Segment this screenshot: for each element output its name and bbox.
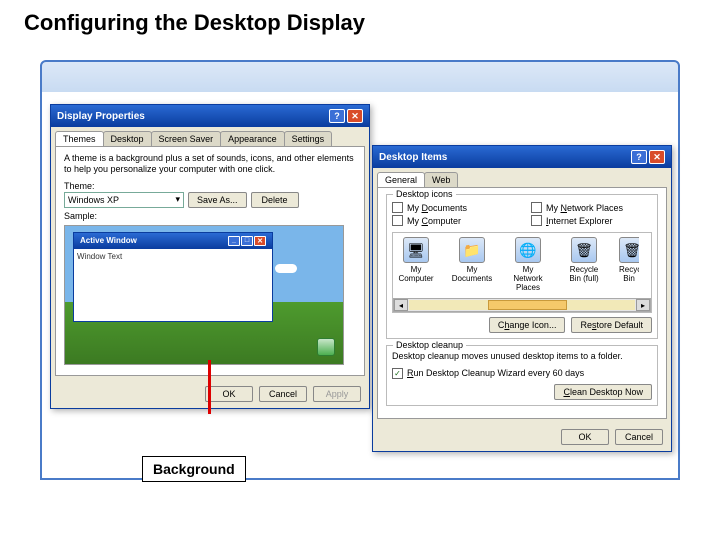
restore-default-button[interactable]: Restore Default (571, 317, 652, 333)
cancel-button[interactable]: Cancel (615, 429, 663, 445)
my-network-checkbox[interactable] (531, 202, 542, 213)
desktop-items-window: Desktop Items ? ✕ General Web Desktop ic… (372, 145, 672, 452)
my-documents-checkbox[interactable] (392, 202, 403, 213)
icon-selector[interactable]: 🖥My Computer 📁My Documents 🌐My Network P… (393, 233, 651, 296)
tab-settings[interactable]: Settings (284, 131, 333, 146)
ie-checkbox[interactable] (531, 215, 542, 226)
run-wizard-label: Run Desktop Cleanup Wizard every 60 days (407, 368, 584, 378)
tab-web[interactable]: Web (424, 172, 458, 187)
desktop-icons-group: Desktop icons My Documents My Computer M… (386, 194, 658, 339)
themes-panel: A theme is a background plus a set of so… (55, 146, 365, 376)
save-as-button[interactable]: Save As... (188, 192, 247, 208)
ok-button[interactable]: OK (205, 386, 253, 402)
display-properties-titlebar: Display Properties ? ✕ (51, 105, 369, 127)
cleanup-desc: Desktop cleanup moves unused desktop ite… (392, 351, 652, 362)
help-icon[interactable]: ? (631, 150, 647, 164)
tab-general[interactable]: General (377, 172, 425, 187)
icon-my-computer[interactable]: 🖥My Computer (395, 237, 437, 283)
annotation-callout: Background (142, 456, 246, 482)
close-icon[interactable]: ✕ (649, 150, 665, 164)
theme-label: Theme: (64, 181, 356, 191)
desktop-items-panel: Desktop icons My Documents My Computer M… (377, 187, 667, 419)
maximize-icon: □ (241, 236, 253, 246)
clean-desktop-now-button[interactable]: Clean Desktop Now (554, 384, 652, 400)
preview-window-text: Window Text (74, 249, 272, 264)
close-icon[interactable]: ✕ (347, 109, 363, 123)
desktop-icons-legend: Desktop icons (393, 189, 456, 199)
close-icon: ✕ (254, 236, 266, 246)
computer-icon: 🖥 (403, 237, 429, 263)
scroll-thumb[interactable] (488, 300, 567, 310)
help-icon[interactable]: ? (329, 109, 345, 123)
desktop-items-title: Desktop Items (379, 152, 447, 163)
delete-button[interactable]: Delete (251, 192, 299, 208)
icon-scrollbar[interactable]: ◂ ▸ (393, 298, 651, 312)
my-computer-checkbox[interactable] (392, 215, 403, 226)
desktop-cleanup-legend: Desktop cleanup (393, 340, 466, 350)
theme-select[interactable]: Windows XP (64, 192, 184, 208)
scroll-left-icon[interactable]: ◂ (394, 299, 408, 311)
icon-my-documents[interactable]: 📁My Documents (451, 237, 493, 283)
scroll-right-icon[interactable]: ▸ (636, 299, 650, 311)
scroll-track[interactable] (409, 300, 635, 310)
desktop-items-titlebar: Desktop Items ? ✕ (373, 146, 671, 168)
desktop-cleanup-group: Desktop cleanup Desktop cleanup moves un… (386, 345, 658, 406)
icon-recycle-full[interactable]: 🗑Recycle Bin (full) (563, 237, 605, 283)
annotation-pointer (208, 360, 211, 414)
tab-appearance[interactable]: Appearance (220, 131, 285, 146)
recycle-bin-icon (317, 338, 335, 356)
cancel-button[interactable]: Cancel (259, 386, 307, 402)
preview-active-window: Active Window _ □ ✕ Window Text (73, 232, 273, 322)
my-network-label: My Network Places (546, 203, 623, 213)
folder-icon: 📁 (459, 237, 485, 263)
tab-screen-saver[interactable]: Screen Saver (151, 131, 222, 146)
recycle-full-icon: 🗑 (571, 237, 597, 263)
page-title: Configuring the Desktop Display (0, 0, 720, 46)
ok-button[interactable]: OK (561, 429, 609, 445)
display-properties-title: Display Properties (57, 111, 145, 122)
minimize-icon: _ (228, 236, 240, 246)
my-documents-label: My Documents (407, 203, 467, 213)
themes-description: A theme is a background plus a set of so… (64, 153, 356, 175)
recycle-icon: 🗑 (619, 237, 639, 263)
tab-desktop[interactable]: Desktop (103, 131, 152, 146)
demo-stage: Display Properties ? ✕ Themes Desktop Sc… (40, 60, 680, 480)
desktop-items-tabs: General Web (373, 168, 671, 187)
sample-label: Sample: (64, 211, 356, 221)
desktop-items-button-row: OK Cancel (373, 423, 671, 451)
my-computer-label: My Computer (407, 216, 461, 226)
icon-recycle[interactable]: 🗑Recycle Bin (619, 237, 639, 283)
icon-my-network[interactable]: 🌐My Network Places (507, 237, 549, 292)
display-properties-tabs: Themes Desktop Screen Saver Appearance S… (51, 127, 369, 146)
tab-themes[interactable]: Themes (55, 131, 104, 146)
run-wizard-checkbox[interactable]: ✓ (392, 368, 403, 379)
apply-button[interactable]: Apply (313, 386, 361, 402)
network-icon: 🌐 (515, 237, 541, 263)
theme-sample-preview: Active Window _ □ ✕ Window Text (64, 225, 344, 365)
preview-window-title: Active Window (80, 236, 137, 245)
ie-label: Internet Explorer (546, 216, 613, 226)
change-icon-button[interactable]: Change Icon... (489, 317, 566, 333)
